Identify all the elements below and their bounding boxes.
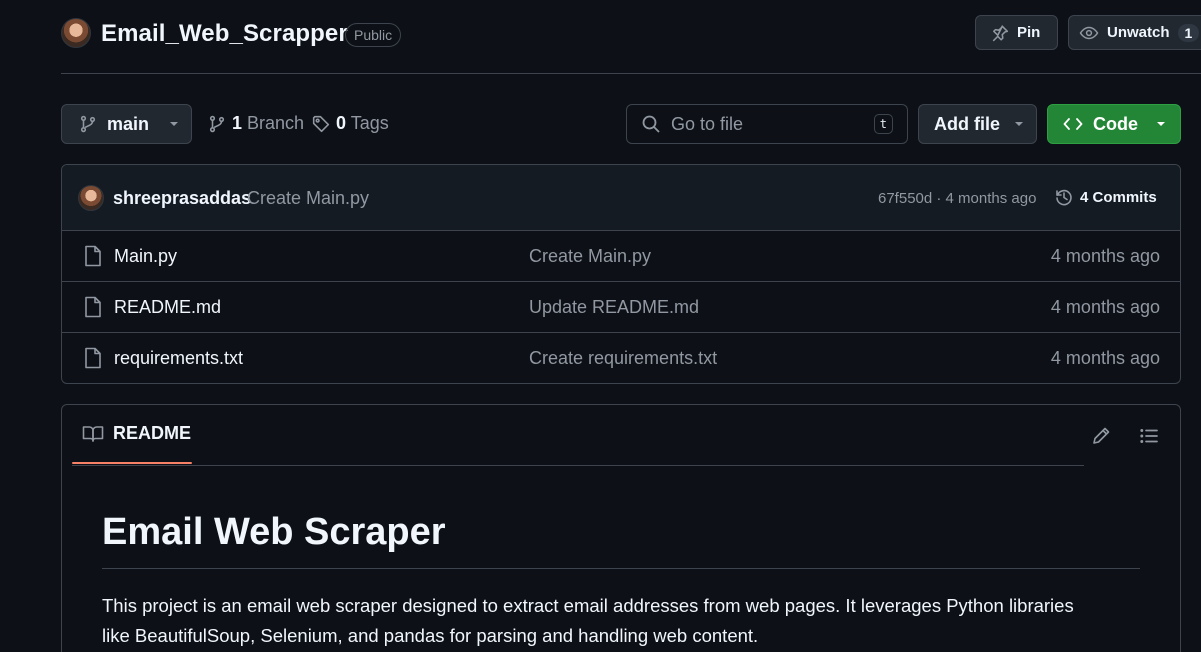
branch-icon	[208, 115, 226, 133]
code-icon	[1063, 116, 1083, 132]
tags-link[interactable]: 0 Tags	[312, 113, 389, 134]
file-row[interactable]: requirements.txt Create requirements.txt…	[62, 333, 1180, 383]
code-label: Code	[1093, 113, 1138, 134]
chevron-down-icon	[1156, 121, 1166, 127]
file-name[interactable]: Main.py	[114, 246, 177, 267]
file-icon	[84, 347, 102, 369]
add-file-button[interactable]: Add file	[918, 104, 1037, 144]
commits-count: 4	[1080, 188, 1089, 206]
file-age: 4 months ago	[1050, 348, 1160, 368]
list-icon[interactable]	[1139, 426, 1159, 446]
commit-message[interactable]: Create Main.py	[247, 188, 369, 209]
file-age: 4 months ago	[1050, 246, 1160, 266]
file-name[interactable]: README.md	[114, 297, 221, 318]
file-icon	[84, 245, 102, 267]
watch-count: 1	[1177, 23, 1200, 42]
chevron-down-icon	[169, 121, 179, 127]
branch-count: 1	[232, 113, 243, 133]
pin-label: Pin	[1017, 24, 1041, 41]
readme-header-divider	[72, 465, 1084, 466]
tag-count-label: Tags	[350, 113, 389, 133]
tag-count: 0	[336, 113, 347, 133]
file-age: 4 months ago	[1050, 297, 1160, 317]
readme-paragraph-line: This project is an email web scraper des…	[102, 595, 1074, 616]
readme-tab-underline	[72, 462, 192, 464]
file-row[interactable]: Main.py Create Main.py 4 months ago	[62, 231, 1180, 282]
code-button[interactable]: Code	[1047, 104, 1181, 144]
go-to-file-shortcut: t	[873, 114, 893, 134]
file-commit-message[interactable]: Create requirements.txt	[529, 348, 717, 369]
branch-select-button[interactable]: main	[61, 104, 192, 144]
unwatch-label: Unwatch	[1107, 24, 1170, 41]
file-name[interactable]: requirements.txt	[114, 348, 243, 369]
file-commit-message[interactable]: Create Main.py	[529, 246, 651, 267]
branches-link[interactable]: 1 Branch	[208, 113, 304, 134]
file-browser: shreeprasaddas Create Main.py 67f550d · …	[61, 164, 1181, 384]
branch-icon	[79, 115, 97, 133]
unwatch-button[interactable]: Unwatch 1	[1068, 15, 1201, 50]
book-icon	[82, 425, 104, 443]
latest-commit-bar: shreeprasaddas Create Main.py 67f550d · …	[62, 165, 1180, 231]
file-commit-message[interactable]: Update README.md	[529, 297, 699, 318]
chevron-down-icon	[1014, 121, 1024, 127]
header-divider	[61, 73, 1201, 74]
pencil-icon[interactable]	[1091, 426, 1111, 446]
branch-name: main	[107, 113, 150, 134]
pin-icon	[991, 24, 1009, 42]
readme-paragraph: This project is an email web scraper des…	[102, 591, 1162, 651]
go-to-file-input[interactable]: Go to file t	[626, 104, 908, 144]
history-icon	[1054, 187, 1074, 207]
visibility-badge: Public	[345, 23, 402, 47]
search-icon	[641, 114, 661, 134]
readme-tab[interactable]: README	[82, 423, 191, 444]
readme-panel: README Email Web Scraper This project is…	[61, 404, 1181, 652]
add-file-label: Add file	[934, 113, 1000, 134]
go-to-file-placeholder: Go to file	[671, 113, 744, 134]
commits-label: Commits	[1092, 188, 1157, 206]
repo-name[interactable]: Email_Web_Scrapper	[101, 20, 348, 48]
commit-author[interactable]: shreeprasaddas	[113, 188, 251, 209]
eye-icon	[1079, 25, 1099, 41]
readme-heading-rule	[102, 568, 1140, 569]
file-row[interactable]: README.md Update README.md 4 months ago	[62, 282, 1180, 333]
commits-link[interactable]: 4 Commits	[1054, 187, 1157, 207]
file-icon	[84, 296, 102, 318]
repo-owner-avatar[interactable]	[61, 18, 91, 48]
readme-heading: Email Web Scraper	[102, 511, 446, 553]
readme-tab-label: README	[113, 423, 192, 443]
pin-button[interactable]: Pin	[975, 15, 1058, 50]
tag-icon	[312, 115, 330, 133]
commit-author-avatar[interactable]	[78, 185, 104, 211]
branch-count-label: Branch	[247, 113, 305, 133]
commit-hash-age[interactable]: 67f550d · 4 months ago	[878, 190, 1036, 207]
readme-paragraph-line: like BeautifulSoup, Selenium, and pandas…	[102, 625, 759, 646]
